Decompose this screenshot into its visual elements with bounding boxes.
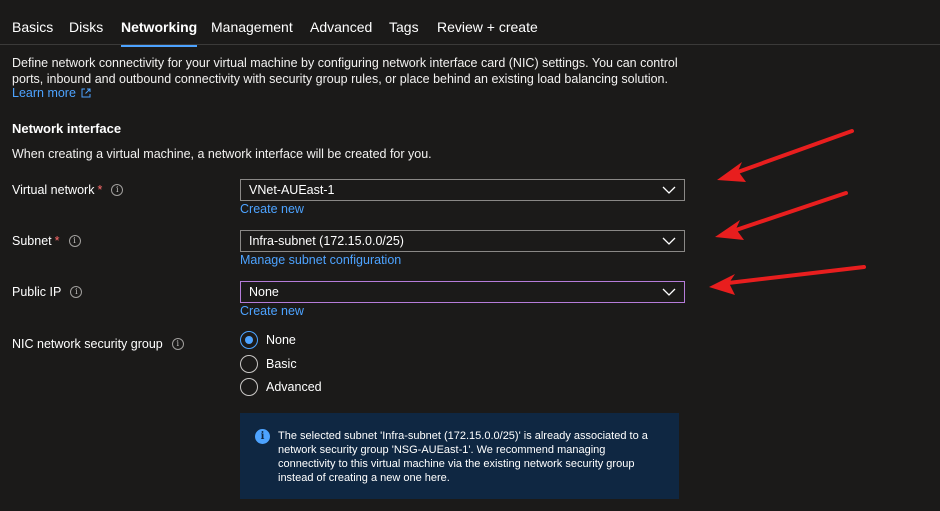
chevron-down-icon: [662, 288, 676, 296]
networking-page: Basics Disks Networking Management Advan…: [0, 0, 940, 511]
tab-basics[interactable]: Basics: [12, 19, 53, 43]
virtual-network-label-text: Virtual network: [12, 183, 95, 197]
subnet-dropdown[interactable]: Infra-subnet (172.15.0.0/25): [240, 230, 685, 252]
virtual-network-value: VNet-AUEast-1: [249, 183, 335, 197]
learn-more-text[interactable]: Learn more: [12, 86, 76, 100]
info-icon[interactable]: i: [68, 235, 81, 247]
section-subtitle: When creating a virtual machine, a netwo…: [12, 147, 432, 161]
radio-none-label: None: [266, 333, 296, 347]
public-ip-label-text: Public IP: [12, 285, 62, 299]
subnet-value: Infra-subnet (172.15.0.0/25): [249, 234, 404, 248]
tab-disks[interactable]: Disks: [69, 19, 103, 43]
info-icon[interactable]: i: [70, 286, 83, 298]
required-marker: *: [97, 183, 103, 197]
radio-none[interactable]: [240, 331, 258, 349]
subnet-label-text: Subnet: [12, 234, 52, 248]
radio-advanced-label: Advanced: [266, 380, 322, 394]
radio-basic[interactable]: [240, 355, 258, 373]
virtual-network-label: Virtual network * i: [12, 183, 124, 197]
nsg-option-advanced[interactable]: Advanced: [240, 378, 322, 396]
radio-advanced[interactable]: [240, 378, 258, 396]
tab-management[interactable]: Management: [211, 19, 293, 43]
nic-nsg-label: NIC network security group i: [12, 337, 184, 351]
required-marker: *: [54, 234, 60, 248]
section-title-network-interface: Network interface: [12, 121, 122, 136]
virtual-network-dropdown[interactable]: VNet-AUEast-1: [240, 179, 685, 201]
nic-nsg-label-text: NIC network security group: [12, 337, 163, 351]
nsg-option-basic[interactable]: Basic: [240, 355, 297, 373]
subnet-nsg-info-box: i The selected subnet 'Infra-subnet (172…: [240, 413, 679, 499]
info-box-text: The selected subnet 'Infra-subnet (172.1…: [278, 430, 648, 484]
info-icon[interactable]: i: [171, 338, 184, 350]
public-ip-dropdown[interactable]: None: [240, 281, 685, 303]
tab-advanced[interactable]: Advanced: [310, 19, 372, 43]
page-description: Define network connectivity for your vir…: [12, 56, 678, 86]
nsg-option-none[interactable]: None: [240, 331, 296, 349]
subnet-label: Subnet * i: [12, 234, 81, 248]
red-arrow-annotation: [717, 129, 854, 182]
info-circle-icon: i: [255, 429, 270, 444]
create-new-vnet-link[interactable]: Create new: [240, 202, 304, 216]
chevron-down-icon: [662, 186, 676, 194]
radio-basic-label: Basic: [266, 357, 297, 371]
tab-review-create[interactable]: Review + create: [437, 19, 538, 43]
learn-more-link[interactable]: Learn more: [12, 86, 91, 100]
public-ip-label: Public IP i: [12, 285, 83, 299]
tab-tags[interactable]: Tags: [389, 19, 419, 43]
public-ip-value: None: [249, 285, 279, 299]
info-icon[interactable]: i: [111, 184, 124, 196]
tab-networking[interactable]: Networking: [121, 19, 198, 47]
chevron-down-icon: [662, 237, 676, 245]
red-arrow-annotation: [715, 191, 848, 240]
manage-subnet-link[interactable]: Manage subnet configuration: [240, 253, 401, 267]
create-new-public-ip-link[interactable]: Create new: [240, 304, 304, 318]
red-arrow-annotation: [709, 265, 866, 295]
tabs-divider: [0, 44, 940, 45]
external-link-icon: [81, 88, 91, 98]
